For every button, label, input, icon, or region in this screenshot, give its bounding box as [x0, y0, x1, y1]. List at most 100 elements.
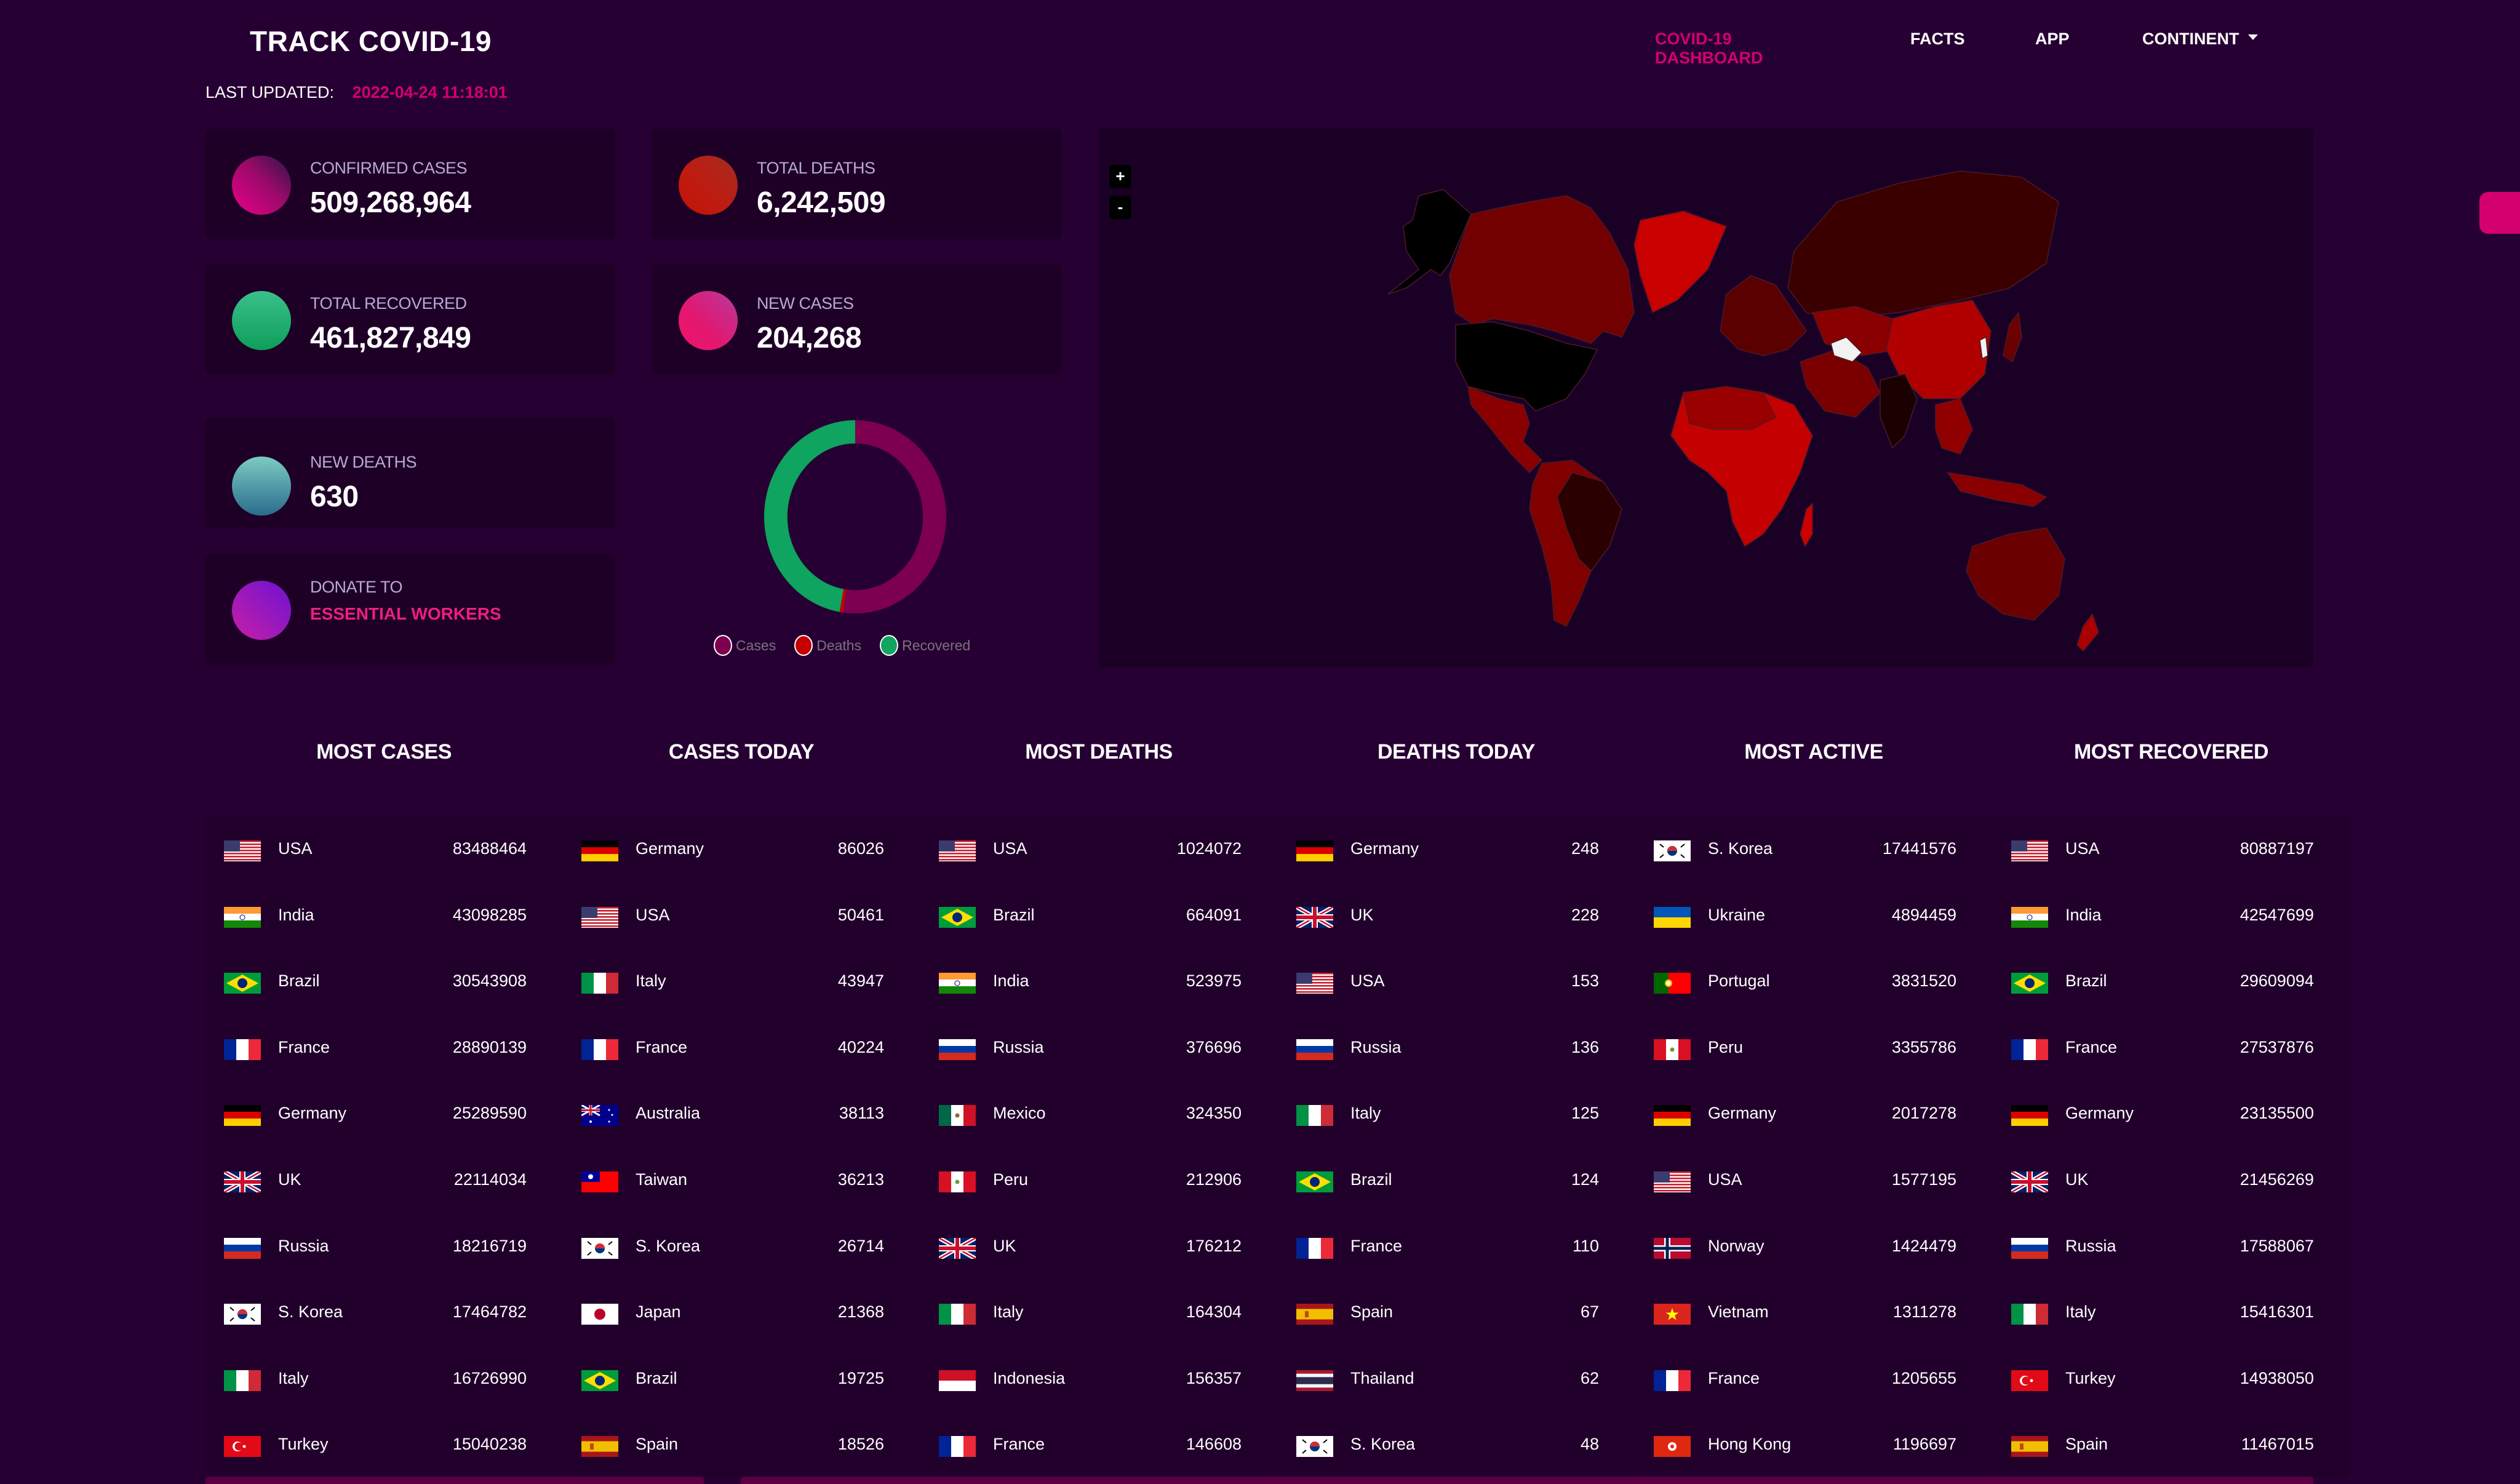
ranking-row[interactable]: S. Korea 17441576 [1635, 816, 1992, 882]
ranking-row[interactable]: S. Korea 26714 [563, 1213, 920, 1280]
ranking-row[interactable]: India 43098285 [205, 882, 562, 949]
total-recovered-card: TOTAL RECOVERED 461,827,849 [205, 265, 615, 374]
ranking-row[interactable]: Russia 18216719 [205, 1213, 562, 1280]
country-name: USA [993, 839, 1027, 858]
legend-item-cases[interactable]: Cases [714, 635, 776, 656]
ranking-row[interactable]: S. Korea 48 [1278, 1411, 1635, 1478]
ranking-row[interactable]: Hong Kong 1196697 [1635, 1411, 1992, 1478]
ranking-row[interactable]: UK 228 [1278, 882, 1635, 949]
ranking-row[interactable]: India 42547699 [1993, 882, 2350, 949]
country-value: 80887197 [2239, 839, 2314, 858]
nav-continent-dropdown[interactable]: CONTINENT [2142, 30, 2258, 49]
country-name: Germany [1708, 1104, 1777, 1123]
ranking-row[interactable]: Germany 248 [1278, 816, 1635, 882]
ranking-row[interactable]: Taiwan 36213 [563, 1146, 920, 1213]
country-name: Germany [278, 1104, 347, 1123]
new-cases-label: NEW CASES [757, 294, 854, 313]
ranking-row[interactable]: Italy 16726990 [205, 1345, 562, 1412]
ranking-row[interactable]: India 523975 [920, 948, 1277, 1015]
country-value: 176212 [1186, 1236, 1242, 1255]
ranking-row[interactable]: Norway 1424479 [1635, 1213, 1992, 1280]
ranking-row[interactable]: Mexico 324350 [920, 1080, 1277, 1147]
map-zoom-out-button[interactable]: - [1109, 196, 1131, 219]
ranking-row[interactable]: Peru 3355786 [1635, 1014, 1992, 1081]
ranking-row[interactable]: Thailand 62 [1278, 1345, 1635, 1412]
ranking-row[interactable]: Brazil 124 [1278, 1146, 1635, 1213]
ranking-row[interactable]: USA 83488464 [205, 816, 562, 882]
ranking-row[interactable]: Italy 15416301 [1993, 1279, 2350, 1346]
ranking-row[interactable]: Brazil 19725 [563, 1345, 920, 1412]
flag-br-icon [224, 973, 261, 994]
donut-slice-recovered[interactable] [764, 420, 855, 612]
country-value: 1024072 [1176, 839, 1242, 858]
ranking-row[interactable]: Vietnam 1311278 [1635, 1279, 1992, 1346]
country-value: 1577195 [1891, 1170, 1956, 1189]
country-value: 228 [1571, 905, 1599, 924]
ranking-row[interactable]: Italy 43947 [563, 948, 920, 1015]
ranking-row[interactable]: USA 1577195 [1635, 1146, 1992, 1213]
flag-tr-icon [2011, 1370, 2048, 1391]
flag-ru-icon [1296, 1039, 1333, 1060]
ranking-row[interactable]: France 40224 [563, 1014, 920, 1081]
side-panel-tab[interactable] [2479, 192, 2520, 234]
donate-essential-workers-link[interactable]: ESSENTIAL WORKERS [310, 604, 501, 624]
ranking-row[interactable]: Brazil 664091 [920, 882, 1277, 949]
ranking-row[interactable]: Spain 11467015 [1993, 1411, 2350, 1478]
ranking-row[interactable]: USA 80887197 [1993, 816, 2350, 882]
ranking-row[interactable]: Japan 21368 [563, 1279, 920, 1346]
ranking-row[interactable]: Spain 67 [1278, 1279, 1635, 1346]
ranking-row[interactable]: Russia 376696 [920, 1014, 1277, 1081]
nav-facts[interactable]: FACTS [1910, 30, 1965, 49]
ranking-row[interactable]: UK 22114034 [205, 1146, 562, 1213]
ranking-row[interactable]: France 146608 [920, 1411, 1277, 1478]
map-zoom-in-button[interactable]: + [1109, 165, 1131, 188]
world-map-svg [1387, 170, 2099, 652]
ranking-row[interactable]: Peru 212906 [920, 1146, 1277, 1213]
ranking-row[interactable]: Ukraine 4894459 [1635, 882, 1992, 949]
ranking-row[interactable]: Turkey 14938050 [1993, 1345, 2350, 1412]
country-value: 2017278 [1891, 1104, 1956, 1123]
ranking-row[interactable]: Russia 17588067 [1993, 1213, 2350, 1280]
ranking-row[interactable]: France 28890139 [205, 1014, 562, 1081]
nav-app[interactable]: APP [2035, 30, 2070, 49]
ranking-row[interactable]: Brazil 30543908 [205, 948, 562, 1015]
last-updated-label: LAST UPDATED: [205, 83, 335, 102]
ranking-row[interactable]: UK 176212 [920, 1213, 1277, 1280]
ranking-row[interactable]: UK 21456269 [1993, 1146, 2350, 1213]
ranking-row[interactable]: Germany 25289590 [205, 1080, 562, 1147]
donut-slice-cases[interactable] [843, 420, 946, 613]
country-value: 18526 [837, 1435, 884, 1454]
ranking-row[interactable]: S. Korea 17464782 [205, 1279, 562, 1346]
ranking-row[interactable]: France 110 [1278, 1213, 1635, 1280]
ranking-row[interactable]: USA 153 [1278, 948, 1635, 1015]
flag-ru-icon [224, 1237, 261, 1259]
legend-item-deaths[interactable]: Deaths [794, 635, 861, 656]
map-region-madagascar [1800, 502, 1813, 548]
country-name: S. Korea [636, 1236, 701, 1255]
ranking-row[interactable]: Italy 125 [1278, 1080, 1635, 1147]
ranking-row[interactable]: Indonesia 156357 [920, 1345, 1277, 1412]
map-region-australia [1966, 527, 2065, 621]
ranking-row[interactable]: USA 1024072 [920, 816, 1277, 882]
ranking-row[interactable]: Turkey 15040238 [205, 1411, 562, 1478]
ranking-row[interactable]: Germany 86026 [563, 816, 920, 882]
ranking-row[interactable]: Germany 2017278 [1635, 1080, 1992, 1147]
ranking-row[interactable]: USA 50461 [563, 882, 920, 949]
nav-dashboard[interactable]: COVID-19 DASHBOARD [1655, 30, 1763, 68]
flag-tw-icon [581, 1171, 618, 1192]
world-map[interactable]: + - [1099, 128, 2313, 668]
country-value: 26714 [837, 1236, 884, 1255]
ranking-row[interactable]: Australia 38113 [563, 1080, 920, 1147]
flag-es-icon [1296, 1304, 1333, 1325]
country-value: 50461 [837, 905, 884, 924]
ranking-row[interactable]: Spain 18526 [563, 1411, 920, 1478]
legend-item-recovered[interactable]: Recovered [880, 635, 970, 656]
ranking-row[interactable]: Portugal 3831520 [1635, 948, 1992, 1015]
ranking-row[interactable]: France 1205655 [1635, 1345, 1992, 1412]
ranking-row[interactable]: Russia 136 [1278, 1014, 1635, 1081]
ranking-row[interactable]: Italy 164304 [920, 1279, 1277, 1346]
ranking-column-most-cases: MOST CASES USA 83488464 India 43098285 Brazil… [205, 726, 562, 1478]
ranking-row[interactable]: Brazil 29609094 [1993, 948, 2350, 1015]
ranking-row[interactable]: Germany 23135500 [1993, 1080, 2350, 1147]
ranking-row[interactable]: France 27537876 [1993, 1014, 2350, 1081]
